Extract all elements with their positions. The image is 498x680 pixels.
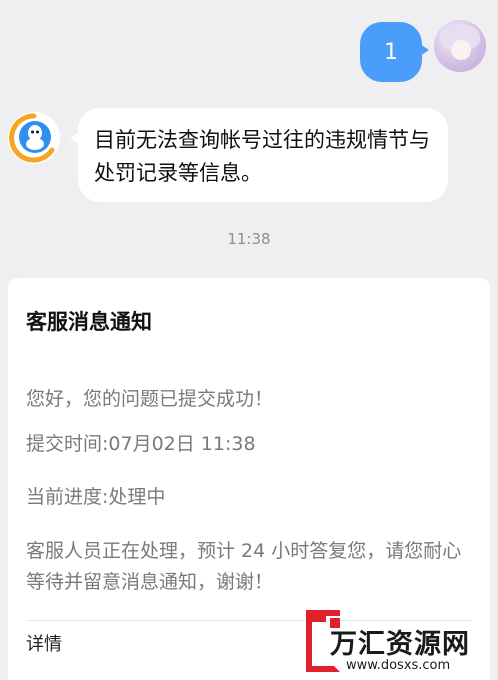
incoming-message-text: 目前无法查询帐号过往的违规情节与处罚记录等信息。	[94, 128, 430, 185]
card-body-text: 客服人员正在处理，预计 24 小时答复您，请您耐心等待并留意消息通知，谢谢！	[26, 540, 462, 593]
message-timestamp: 11:38	[227, 230, 271, 248]
card-progress: 当前进度:处理中	[26, 486, 166, 508]
outgoing-message-bubble[interactable]: 1	[360, 22, 429, 82]
avatar-face	[451, 40, 471, 60]
outgoing-message-row: 1	[360, 20, 486, 82]
qq-logo-icon[interactable]	[8, 112, 60, 164]
outgoing-message-text: 1	[384, 39, 398, 65]
incoming-message-row: 目前无法查询帐号过往的违规情节与处罚记录等信息。	[8, 108, 448, 202]
chat-screen: 1 目前无法查询帐号过往的违规情节与处罚记录等信息。 11:38 客服消息通知 …	[0, 0, 498, 680]
card-title: 客服消息通知	[26, 310, 152, 334]
card-detail-link[interactable]: 详情	[26, 630, 62, 656]
card-submit-time: 提交时间:07月02日 11:38	[26, 433, 256, 455]
user-avatar[interactable]	[434, 20, 486, 72]
card-greeting: 您好，您的问题已提交成功！	[26, 388, 274, 410]
incoming-message-bubble[interactable]: 目前无法查询帐号过往的违规情节与处罚记录等信息。	[70, 108, 448, 202]
site-watermark: 万汇资源网 www.dosxs.com	[300, 602, 490, 678]
watermark-title: 万汇资源网	[330, 629, 470, 660]
watermark-url: www.dosxs.com	[346, 658, 451, 673]
